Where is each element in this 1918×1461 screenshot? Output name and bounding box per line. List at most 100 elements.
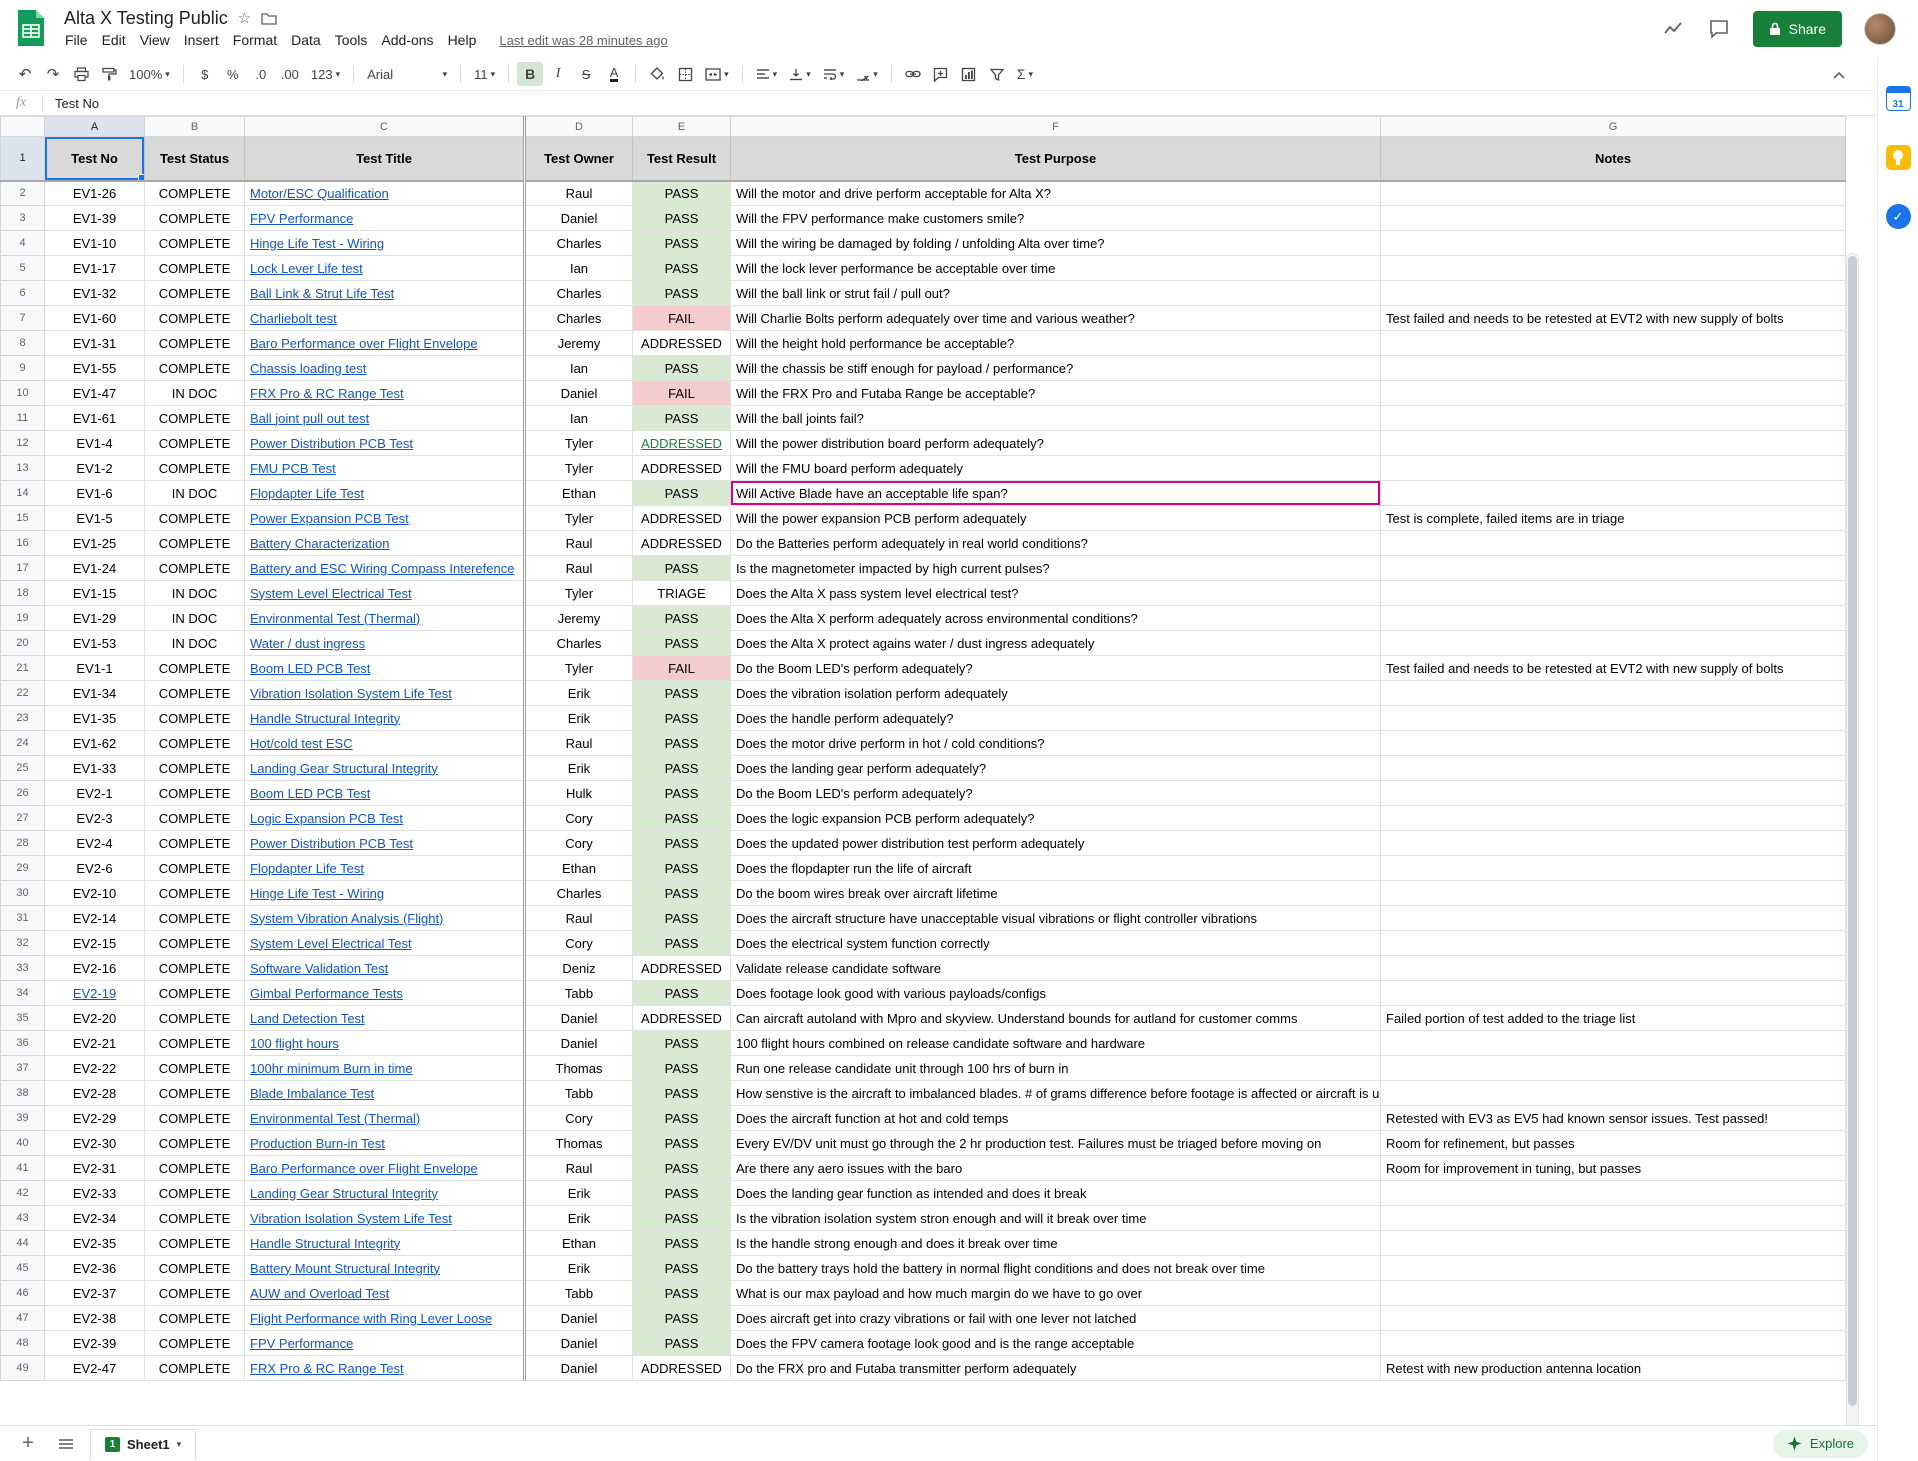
cell-result-r23[interactable]: PASS xyxy=(633,706,731,731)
cell-title-r22[interactable]: Vibration Isolation System Life Test xyxy=(245,681,525,706)
row-header-39[interactable]: 39 xyxy=(1,1106,45,1131)
cell-test-no-r6[interactable]: EV1-32 xyxy=(45,281,145,306)
cell-owner-r14[interactable]: Ethan xyxy=(525,481,633,506)
move-folder-icon[interactable] xyxy=(261,12,277,25)
cell-test-no-r27[interactable]: EV2-3 xyxy=(45,806,145,831)
cell-status-r14[interactable]: IN DOC xyxy=(145,481,245,506)
cell-test-no-r47[interactable]: EV2-38 xyxy=(45,1306,145,1331)
cell-title-r23[interactable]: Handle Structural Integrity xyxy=(245,706,525,731)
cell-purpose-r39[interactable]: Does the aircraft function at hot and co… xyxy=(731,1106,1381,1131)
cell-result-r3[interactable]: PASS xyxy=(633,206,731,231)
filter-button[interactable] xyxy=(984,62,1010,86)
test-title-link[interactable]: Battery and ESC Wiring Compass Interefen… xyxy=(250,561,514,576)
cell-owner-r31[interactable]: Raul xyxy=(525,906,633,931)
row-header-34[interactable]: 34 xyxy=(1,981,45,1006)
row-header-45[interactable]: 45 xyxy=(1,1256,45,1281)
cell-notes-r42[interactable] xyxy=(1381,1181,1846,1206)
test-title-link[interactable]: 100 flight hours xyxy=(250,1036,339,1051)
row-header-12[interactable]: 12 xyxy=(1,431,45,456)
test-title-link[interactable]: FRX Pro & RC Range Test xyxy=(250,1361,404,1376)
test-title-link[interactable]: Logic Expansion PCB Test xyxy=(250,811,403,826)
cell-status-r44[interactable]: COMPLETE xyxy=(145,1231,245,1256)
cell-test-no-r43[interactable]: EV2-34 xyxy=(45,1206,145,1231)
cell-status-r33[interactable]: COMPLETE xyxy=(145,956,245,981)
row-header-3[interactable]: 3 xyxy=(1,206,45,231)
cell-test-no-r23[interactable]: EV1-35 xyxy=(45,706,145,731)
cell-notes-r31[interactable] xyxy=(1381,906,1846,931)
cell-notes-r41[interactable]: Room for improvement in tuning, but pass… xyxy=(1381,1156,1846,1181)
row-header-42[interactable]: 42 xyxy=(1,1181,45,1206)
cell-owner-r16[interactable]: Raul xyxy=(525,531,633,556)
cell-owner-r30[interactable]: Charles xyxy=(525,881,633,906)
insert-link-button[interactable] xyxy=(900,62,926,86)
cell-title-r39[interactable]: Environmental Test (Thermal) xyxy=(245,1106,525,1131)
cell-owner-r15[interactable]: Tyler xyxy=(525,506,633,531)
cell-test-no-r40[interactable]: EV2-30 xyxy=(45,1131,145,1156)
cell-purpose-r43[interactable]: Is the vibration isolation system stron … xyxy=(731,1206,1381,1231)
cell-purpose-r21[interactable]: Do the Boom LED's perform adequately? xyxy=(731,656,1381,681)
test-title-link[interactable]: Power Distribution PCB Test xyxy=(250,836,413,851)
cell-purpose-r22[interactable]: Does the vibration isolation perform ade… xyxy=(731,681,1381,706)
cell-purpose-r49[interactable]: Do the FRX pro and Futaba transmitter pe… xyxy=(731,1356,1381,1381)
cell-owner-r18[interactable]: Tyler xyxy=(525,581,633,606)
cell-notes-r4[interactable] xyxy=(1381,231,1846,256)
cell-notes-r18[interactable] xyxy=(1381,581,1846,606)
test-title-link[interactable]: Handle Structural Integrity xyxy=(250,1236,400,1251)
cell-status-r23[interactable]: COMPLETE xyxy=(145,706,245,731)
cell-purpose-r45[interactable]: Do the battery trays hold the battery in… xyxy=(731,1256,1381,1281)
cell-purpose-r34[interactable]: Does footage look good with various payl… xyxy=(731,981,1381,1006)
cell-status-r42[interactable]: COMPLETE xyxy=(145,1181,245,1206)
cell-purpose-r42[interactable]: Does the landing gear function as intend… xyxy=(731,1181,1381,1206)
cell-test-no-r41[interactable]: EV2-31 xyxy=(45,1156,145,1181)
column-header-E[interactable]: E xyxy=(633,117,731,137)
decrease-decimal-button[interactable]: .0 xyxy=(248,62,274,86)
test-title-link[interactable]: Flopdapter Life Test xyxy=(250,486,364,501)
row-header-8[interactable]: 8 xyxy=(1,331,45,356)
test-title-link[interactable]: Power Distribution PCB Test xyxy=(250,436,413,451)
cell-title-r38[interactable]: Blade Imbalance Test xyxy=(245,1081,525,1106)
test-title-link[interactable]: Landing Gear Structural Integrity xyxy=(250,761,438,776)
cell-result-r47[interactable]: PASS xyxy=(633,1306,731,1331)
cell-status-r25[interactable]: COMPLETE xyxy=(145,756,245,781)
cell-purpose-r7[interactable]: Will Charlie Bolts perform adequately ov… xyxy=(731,306,1381,331)
cell-owner-r4[interactable]: Charles xyxy=(525,231,633,256)
cell-title-r43[interactable]: Vibration Isolation System Life Test xyxy=(245,1206,525,1231)
cell-notes-r5[interactable] xyxy=(1381,256,1846,281)
cell-test-no-r10[interactable]: EV1-47 xyxy=(45,381,145,406)
cell-title-r8[interactable]: Baro Performance over Flight Envelope xyxy=(245,331,525,356)
column-header-B[interactable]: B xyxy=(145,117,245,137)
test-title-link[interactable]: Charliebolt test xyxy=(250,311,337,326)
cell-title-r5[interactable]: Lock Lever Life test xyxy=(245,256,525,281)
cell-purpose-r8[interactable]: Will the height hold performance be acce… xyxy=(731,331,1381,356)
cell-test-no-r7[interactable]: EV1-60 xyxy=(45,306,145,331)
row-header-9[interactable]: 9 xyxy=(1,356,45,381)
cell-owner-r45[interactable]: Erik xyxy=(525,1256,633,1281)
cell-test-no-r16[interactable]: EV1-25 xyxy=(45,531,145,556)
cell-purpose-r48[interactable]: Does the FPV camera footage look good an… xyxy=(731,1331,1381,1356)
zoom-select[interactable]: 100%▾ xyxy=(124,62,175,86)
cell-title-r11[interactable]: Ball joint pull out test xyxy=(245,406,525,431)
menu-edit[interactable]: Edit xyxy=(95,30,133,50)
header-cell-test-title[interactable]: Test Title xyxy=(245,137,525,181)
cell-owner-r44[interactable]: Ethan xyxy=(525,1231,633,1256)
cell-purpose-r15[interactable]: Will the power expansion PCB perform ade… xyxy=(731,506,1381,531)
cell-title-r12[interactable]: Power Distribution PCB Test xyxy=(245,431,525,456)
cell-result-r10[interactable]: FAIL xyxy=(633,381,731,406)
cell-result-r44[interactable]: PASS xyxy=(633,1231,731,1256)
cell-title-r33[interactable]: Software Validation Test xyxy=(245,956,525,981)
cell-notes-r3[interactable] xyxy=(1381,206,1846,231)
cell-owner-r29[interactable]: Ethan xyxy=(525,856,633,881)
cell-purpose-r19[interactable]: Does the Alta X perform adequately acros… xyxy=(731,606,1381,631)
test-title-link[interactable]: Gimbal Performance Tests xyxy=(250,986,403,1001)
sheets-logo-icon[interactable] xyxy=(16,8,46,48)
cell-status-r20[interactable]: IN DOC xyxy=(145,631,245,656)
cell-test-no-r42[interactable]: EV2-33 xyxy=(45,1181,145,1206)
cell-test-no-r32[interactable]: EV2-15 xyxy=(45,931,145,956)
cell-result-r45[interactable]: PASS xyxy=(633,1256,731,1281)
cell-result-r40[interactable]: PASS xyxy=(633,1131,731,1156)
header-cell-notes[interactable]: Notes xyxy=(1381,137,1846,181)
paint-format-button[interactable] xyxy=(96,62,122,86)
collapse-toolbar-button[interactable] xyxy=(1826,63,1852,87)
cell-result-r36[interactable]: PASS xyxy=(633,1031,731,1056)
cell-status-r35[interactable]: COMPLETE xyxy=(145,1006,245,1031)
